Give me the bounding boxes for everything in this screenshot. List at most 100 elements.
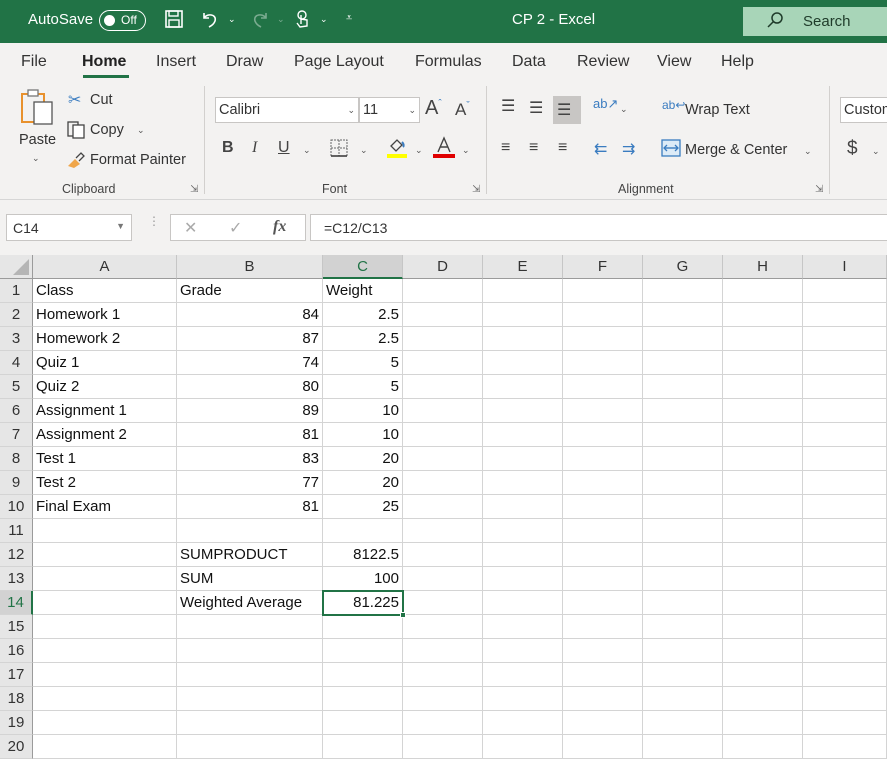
column-header-b[interactable]: B <box>177 255 323 279</box>
format-painter-button[interactable]: Format Painter <box>90 152 186 168</box>
wrap-text-button[interactable]: Wrap Text <box>685 102 750 118</box>
cell-g19[interactable] <box>643 711 723 735</box>
cell-e19[interactable] <box>483 711 563 735</box>
cell-b18[interactable] <box>177 687 323 711</box>
cell-b10[interactable]: 81 <box>177 495 323 519</box>
cell-d20[interactable] <box>403 735 483 759</box>
cell-g9[interactable] <box>643 471 723 495</box>
cell-g1[interactable] <box>643 279 723 303</box>
row-header-6[interactable]: 6 <box>0 399 33 423</box>
cell-f9[interactable] <box>563 471 643 495</box>
currency-format-button[interactable]: $ <box>847 138 858 160</box>
cell-c15[interactable] <box>323 615 403 639</box>
cell-a12[interactable] <box>33 543 177 567</box>
cell-a2[interactable]: Homework 1 <box>33 303 177 327</box>
autosave-toggle[interactable]: Off <box>99 10 146 31</box>
cell-e2[interactable] <box>483 303 563 327</box>
cell-a5[interactable]: Quiz 2 <box>33 375 177 399</box>
cell-e3[interactable] <box>483 327 563 351</box>
column-header-c[interactable]: C <box>323 255 403 279</box>
cell-e14[interactable] <box>483 591 563 615</box>
orientation-dropdown-icon[interactable]: ⌄ <box>620 104 628 115</box>
cell-f1[interactable] <box>563 279 643 303</box>
cell-f18[interactable] <box>563 687 643 711</box>
font-size-combo[interactable]: 11 ⌄ <box>359 97 420 123</box>
cell-g7[interactable] <box>643 423 723 447</box>
cell-d2[interactable] <box>403 303 483 327</box>
row-header-10[interactable]: 10 <box>0 495 33 519</box>
cell-f11[interactable] <box>563 519 643 543</box>
cell-i13[interactable] <box>803 567 887 591</box>
cell-h1[interactable] <box>723 279 803 303</box>
row-header-15[interactable]: 15 <box>0 615 33 639</box>
clipboard-launcher-icon[interactable]: ⇲ <box>190 184 198 195</box>
cell-b14[interactable]: Weighted Average <box>177 591 323 615</box>
cell-a19[interactable] <box>33 711 177 735</box>
cell-h17[interactable] <box>723 663 803 687</box>
cell-d18[interactable] <box>403 687 483 711</box>
row-header-12[interactable]: 12 <box>0 543 33 567</box>
cell-f6[interactable] <box>563 399 643 423</box>
cell-e13[interactable] <box>483 567 563 591</box>
cell-h6[interactable] <box>723 399 803 423</box>
cell-e6[interactable] <box>483 399 563 423</box>
cell-d16[interactable] <box>403 639 483 663</box>
underline-button[interactable]: U <box>278 139 290 157</box>
cell-i17[interactable] <box>803 663 887 687</box>
cell-h15[interactable] <box>723 615 803 639</box>
cell-b8[interactable]: 83 <box>177 447 323 471</box>
cell-h13[interactable] <box>723 567 803 591</box>
cell-h4[interactable] <box>723 351 803 375</box>
fill-color-icon[interactable] <box>387 136 407 165</box>
touch-dropdown-icon[interactable]: ⌄ <box>320 14 328 25</box>
cell-h7[interactable] <box>723 423 803 447</box>
cell-f7[interactable] <box>563 423 643 447</box>
merge-dropdown-icon[interactable]: ⌄ <box>804 146 812 157</box>
cell-b15[interactable] <box>177 615 323 639</box>
cell-b4[interactable]: 74 <box>177 351 323 375</box>
cell-a15[interactable] <box>33 615 177 639</box>
cell-d9[interactable] <box>403 471 483 495</box>
cell-e9[interactable] <box>483 471 563 495</box>
increase-indent-icon[interactable]: ⇉ <box>622 139 635 159</box>
cell-h3[interactable] <box>723 327 803 351</box>
cell-g11[interactable] <box>643 519 723 543</box>
cell-a3[interactable]: Homework 2 <box>33 327 177 351</box>
column-header-i[interactable]: I <box>803 255 887 279</box>
cell-c17[interactable] <box>323 663 403 687</box>
cell-b1[interactable]: Grade <box>177 279 323 303</box>
cell-e5[interactable] <box>483 375 563 399</box>
copy-button[interactable]: Copy <box>90 122 124 138</box>
bold-button[interactable]: B <box>222 139 234 157</box>
cell-f2[interactable] <box>563 303 643 327</box>
row-header-4[interactable]: 4 <box>0 351 33 375</box>
undo-dropdown-icon[interactable]: ⌄ <box>228 14 236 25</box>
cell-a9[interactable]: Test 2 <box>33 471 177 495</box>
cell-c3[interactable]: 2.5 <box>323 327 403 351</box>
redo-dropdown-icon[interactable]: ⌄ <box>277 14 285 25</box>
cell-d10[interactable] <box>403 495 483 519</box>
cell-f8[interactable] <box>563 447 643 471</box>
column-header-a[interactable]: A <box>33 255 177 279</box>
tab-insert[interactable]: Insert <box>156 53 196 71</box>
column-header-e[interactable]: E <box>483 255 563 279</box>
enter-icon[interactable]: ✓ <box>229 218 242 238</box>
cell-f13[interactable] <box>563 567 643 591</box>
cell-f15[interactable] <box>563 615 643 639</box>
row-header-17[interactable]: 17 <box>0 663 33 687</box>
cell-g8[interactable] <box>643 447 723 471</box>
paste-icon[interactable] <box>20 88 56 133</box>
cell-e8[interactable] <box>483 447 563 471</box>
cell-c11[interactable] <box>323 519 403 543</box>
cell-c5[interactable]: 5 <box>323 375 403 399</box>
tab-data[interactable]: Data <box>512 53 546 71</box>
tab-page-layout[interactable]: Page Layout <box>294 53 384 71</box>
cell-a20[interactable] <box>33 735 177 759</box>
cancel-icon[interactable]: ✕ <box>184 218 197 238</box>
cell-d15[interactable] <box>403 615 483 639</box>
decrease-indent-icon[interactable]: ⇇ <box>594 139 607 159</box>
cell-a16[interactable] <box>33 639 177 663</box>
paste-button[interactable]: Paste <box>19 132 56 148</box>
cell-a17[interactable] <box>33 663 177 687</box>
cell-g4[interactable] <box>643 351 723 375</box>
